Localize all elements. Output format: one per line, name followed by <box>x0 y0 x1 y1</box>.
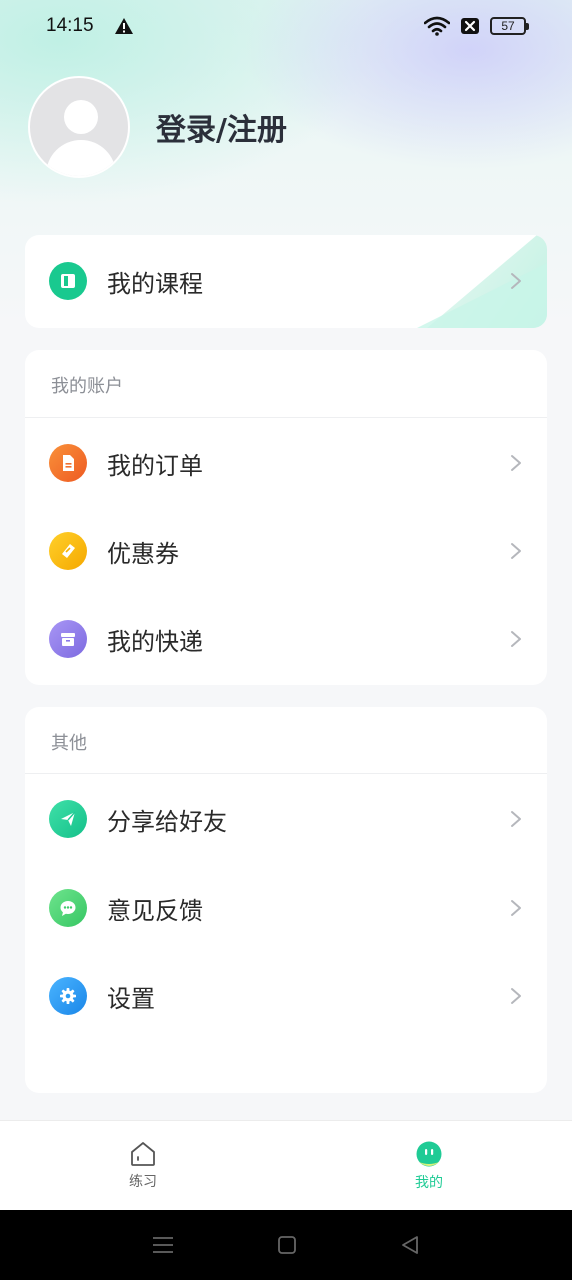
share-friends-row[interactable]: 分享给好友 <box>25 775 547 863</box>
feedback-row[interactable]: 意见反馈 <box>25 864 547 952</box>
chevron-right-icon <box>511 631 521 647</box>
settings-label: 设置 <box>107 984 155 1013</box>
my-orders-label: 我的订单 <box>107 451 203 480</box>
system-navigation-bar <box>0 1210 572 1280</box>
warning-icon <box>114 18 133 34</box>
coupon-ticket-icon <box>49 532 87 570</box>
profile-section[interactable]: 登录/注册 <box>28 76 287 178</box>
bottom-tab-bar: 练习 我的 <box>0 1120 572 1210</box>
gear-icon <box>49 977 87 1015</box>
settings-row[interactable]: 设置 <box>25 952 547 1040</box>
my-deliveries-label: 我的快递 <box>107 627 203 656</box>
home-square-icon[interactable] <box>277 1235 297 1255</box>
chevron-right-icon <box>511 543 521 559</box>
coupons-row[interactable]: 优惠券 <box>25 507 547 595</box>
back-triangle-icon[interactable] <box>400 1235 420 1255</box>
status-bar: 14:15 57 <box>0 0 572 52</box>
no-sim-icon <box>461 18 479 34</box>
status-time: 14:15 <box>46 15 94 36</box>
coupons-label: 优惠券 <box>107 539 179 568</box>
chevron-right-icon <box>511 455 521 471</box>
my-courses-card[interactable]: 我的课程 <box>25 235 547 328</box>
chevron-right-icon <box>511 900 521 916</box>
battery-indicator: 57 <box>490 17 529 35</box>
my-orders-row[interactable]: 我的订单 <box>25 419 547 507</box>
tab-mine-label: 我的 <box>415 1175 443 1191</box>
house-icon <box>131 1142 155 1166</box>
section-divider <box>25 417 547 418</box>
avatar[interactable] <box>28 76 130 178</box>
avatar-head-shape <box>64 100 98 134</box>
chevron-right-icon <box>511 811 521 827</box>
tab-mine[interactable]: 我的 <box>339 1121 519 1211</box>
tab-practice[interactable]: 练习 <box>53 1121 233 1211</box>
avatar-body-shape <box>46 140 116 176</box>
package-box-icon <box>49 620 87 658</box>
account-section-title: 我的账户 <box>51 376 123 397</box>
status-icons: 57 <box>424 16 529 36</box>
other-section-title: 其他 <box>51 733 87 754</box>
order-document-icon <box>49 444 87 482</box>
login-register-link[interactable]: 登录/注册 <box>156 105 287 149</box>
book-icon <box>49 262 87 300</box>
chevron-right-icon <box>511 273 521 289</box>
other-section-card: 其他 分享给好友 意见反馈 设置 <box>25 707 547 1093</box>
my-deliveries-row[interactable]: 我的快递 <box>25 595 547 683</box>
section-divider <box>25 773 547 774</box>
my-courses-label: 我的课程 <box>107 269 203 298</box>
tab-practice-label: 练习 <box>129 1174 157 1190</box>
wifi-icon <box>424 16 450 36</box>
menu-icon[interactable] <box>152 1235 174 1255</box>
chat-bubble-icon <box>49 889 87 927</box>
chevron-right-icon <box>511 988 521 1004</box>
share-friends-label: 分享给好友 <box>107 807 227 836</box>
account-section-card: 我的账户 我的订单 优惠券 我的快递 <box>25 350 547 685</box>
feedback-label: 意见反馈 <box>107 896 203 925</box>
paper-plane-icon <box>49 800 87 838</box>
battery-level: 57 <box>501 19 515 33</box>
face-icon <box>416 1141 442 1167</box>
my-courses-row[interactable]: 我的课程 <box>25 237 547 325</box>
